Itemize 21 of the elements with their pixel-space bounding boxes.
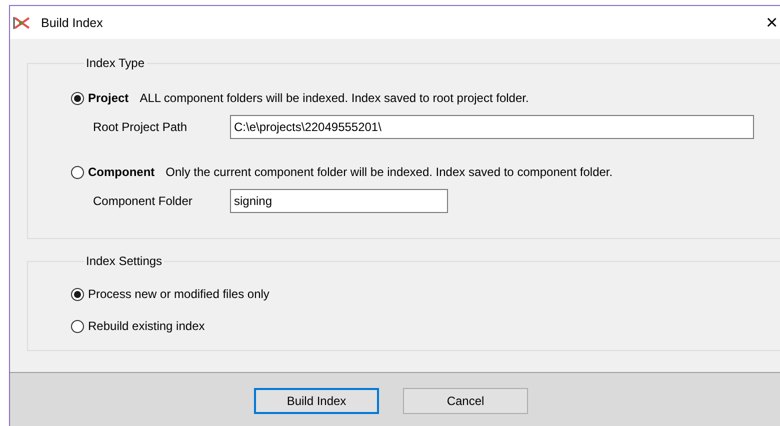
input-field[interactable]: C:\e\projects\22049555201\ bbox=[230, 115, 754, 139]
app-icon bbox=[13, 16, 31, 30]
window-title: Build Index bbox=[41, 16, 104, 30]
dialog-button[interactable]: Build Index bbox=[254, 388, 379, 414]
field-label: Root Project Path bbox=[93, 120, 188, 134]
option-description: Only the current component folder will be indexed. Index saved to component folder. bbox=[166, 165, 613, 179]
field-label: Component Folder bbox=[93, 194, 194, 208]
radio-button[interactable] bbox=[71, 320, 84, 332]
group-title: Index Type bbox=[85, 56, 146, 70]
radio-label[interactable]: Component bbox=[88, 165, 155, 179]
radio-label[interactable]: Rebuild existing index bbox=[88, 319, 205, 333]
group-title: Index Settings bbox=[85, 254, 164, 268]
radio-label[interactable]: Project bbox=[88, 91, 129, 105]
dialog-button[interactable]: Cancel bbox=[403, 388, 528, 414]
close-button[interactable]: × bbox=[766, 12, 780, 32]
radio-button[interactable] bbox=[71, 92, 84, 104]
radio-label[interactable]: Process new or modified files only bbox=[88, 287, 270, 301]
radio-button[interactable] bbox=[71, 166, 84, 178]
input-field[interactable]: signing bbox=[230, 189, 448, 213]
radio-button[interactable] bbox=[71, 288, 84, 300]
option-description: ALL component folders will be indexed. Index saved to root project folder. bbox=[140, 91, 529, 105]
